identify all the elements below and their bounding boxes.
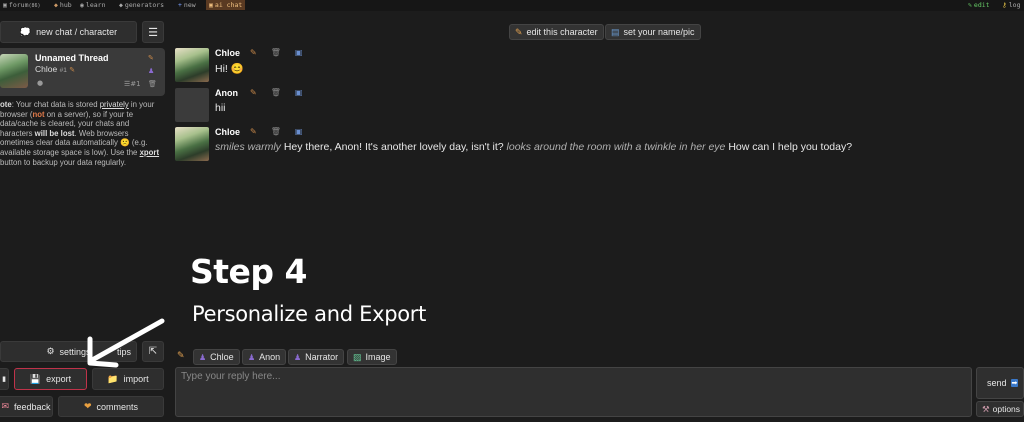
set-name-button[interactable]: ▤ set your name/pic: [605, 24, 701, 40]
step-title: Step 4: [190, 252, 308, 291]
top-navigation: ▣ forum(86) ◆ hub ◉ learn ◆ generators + new …: [0, 0, 1024, 11]
chip-narrator[interactable]: ♟ Narrator: [288, 349, 345, 365]
trash-icon[interactable]: 🗑: [271, 48, 281, 57]
export-link[interactable]: xport: [140, 148, 160, 157]
pencil-icon: ✎: [515, 26, 523, 37]
menu-button[interactable]: ☰: [142, 21, 164, 43]
nav-generators[interactable]: ◆ generators: [119, 1, 164, 9]
options-button[interactable]: ⚒ options: [976, 401, 1024, 417]
nav-forum[interactable]: ▣ forum(86): [3, 1, 41, 9]
chip-image[interactable]: ▨ Image: [347, 349, 397, 365]
edit-icon[interactable]: ✎: [250, 48, 257, 57]
nav-ai-chat[interactable]: ▣ ai chat: [206, 0, 246, 10]
chip-chloe[interactable]: ♟ Chloe: [193, 349, 240, 365]
message-text: smiles warmly Hey there, Anon! It's anot…: [215, 141, 853, 153]
message-text: Hi! 😊: [215, 63, 244, 75]
arrow-annotation: [87, 318, 165, 368]
feedback-button[interactable]: ✉ feedback: [0, 396, 53, 417]
learn-icon: ◉: [80, 1, 84, 9]
edit-icon[interactable]: ✎: [250, 88, 257, 97]
trash-icon: ▮: [2, 376, 6, 383]
thread-item[interactable]: Unnamed Thread Chloe #1 ✎ ● ✎ ♟ ☰#1 🗑: [0, 48, 165, 96]
message-text: hii: [215, 102, 226, 114]
forum-icon: ▣: [3, 1, 7, 9]
save-icon: 💾: [29, 373, 42, 384]
arrow-right-icon: ➡: [1010, 379, 1019, 387]
save-icon[interactable]: ▣: [295, 127, 303, 136]
generators-icon: ◆: [119, 1, 123, 9]
message-tools: ✎ 🗑 ▣: [250, 88, 316, 97]
send-button[interactable]: send ➡: [976, 367, 1024, 399]
edit-icon: ✎: [968, 1, 972, 9]
menu-icon: ☰: [148, 26, 158, 39]
message-tools: ✎ 🗑 ▣: [250, 127, 316, 136]
dot-icon: ●: [37, 79, 44, 87]
new-chat-button[interactable]: 💭 new chat / character: [0, 21, 137, 43]
nav-login[interactable]: ⚷ log: [1002, 1, 1021, 9]
image-icon: ▨: [353, 351, 362, 362]
hub-icon: ◆: [54, 1, 58, 9]
trash-icon[interactable]: 🗑: [271, 127, 281, 136]
delete-button[interactable]: ▮: [0, 368, 9, 390]
feedback-icon: ✉: [1, 401, 9, 411]
plus-icon: +: [178, 1, 182, 9]
nav-edit[interactable]: ✎ edit: [968, 1, 990, 9]
export-button[interactable]: 💾 export: [14, 368, 87, 390]
trash-icon[interactable]: 🗑: [271, 88, 281, 97]
gear-icon: ⚙: [46, 346, 55, 356]
avatar: [0, 54, 28, 88]
edit-thread-icon[interactable]: ✎: [148, 54, 154, 62]
storage-note: ote: Your chat data is stored privately …: [0, 100, 160, 167]
save-icon[interactable]: ▣: [295, 48, 303, 57]
nav-learn[interactable]: ◉ learn: [80, 1, 106, 9]
pencil-icon[interactable]: ✎: [69, 67, 75, 74]
nav-hub[interactable]: ◆ hub: [54, 1, 72, 9]
trash-icon[interactable]: 🗑: [148, 80, 157, 88]
chat-bubble-icon: 💭: [19, 26, 32, 37]
message-author: Chloe: [215, 127, 241, 137]
reply-placeholder: Type your reply here...: [181, 371, 281, 382]
key-icon: ⚷: [1002, 1, 1007, 9]
message-author: Chloe: [215, 48, 241, 58]
reply-input[interactable]: Type your reply here...: [175, 367, 972, 417]
thread-title: Unnamed Thread: [35, 53, 109, 63]
save-icon[interactable]: ▣: [295, 88, 303, 97]
avatar: [175, 127, 209, 161]
comments-icon: ❤: [83, 401, 92, 411]
step-subtitle: Personalize and Export: [192, 302, 427, 326]
message-count: ☰#1: [124, 80, 141, 88]
avatar: [175, 88, 209, 122]
tools-icon: ⚒: [982, 403, 990, 414]
nav-new[interactable]: + new: [178, 1, 196, 9]
edit-icon[interactable]: ✎: [250, 127, 257, 136]
folder-icon: 📁: [107, 373, 119, 384]
character-icon: ♟: [248, 352, 256, 362]
pencil-icon[interactable]: ✎: [177, 351, 185, 361]
edit-character-button[interactable]: ✎ edit this character: [509, 24, 604, 40]
character-icon[interactable]: ♟: [148, 67, 154, 75]
character-icon: ♟: [199, 352, 207, 362]
id-card-icon: ▤: [611, 26, 620, 37]
character-icon: ♟: [294, 352, 302, 362]
message-tools: ✎ 🗑 ▣: [250, 48, 316, 57]
comments-button[interactable]: ❤ comments: [58, 396, 164, 417]
chat-icon: ▣: [209, 1, 213, 9]
message-author: Anon: [215, 88, 238, 98]
thread-character: Chloe #1 ✎: [35, 64, 76, 74]
avatar: [175, 48, 209, 82]
chip-anon[interactable]: ♟ Anon: [242, 349, 287, 365]
